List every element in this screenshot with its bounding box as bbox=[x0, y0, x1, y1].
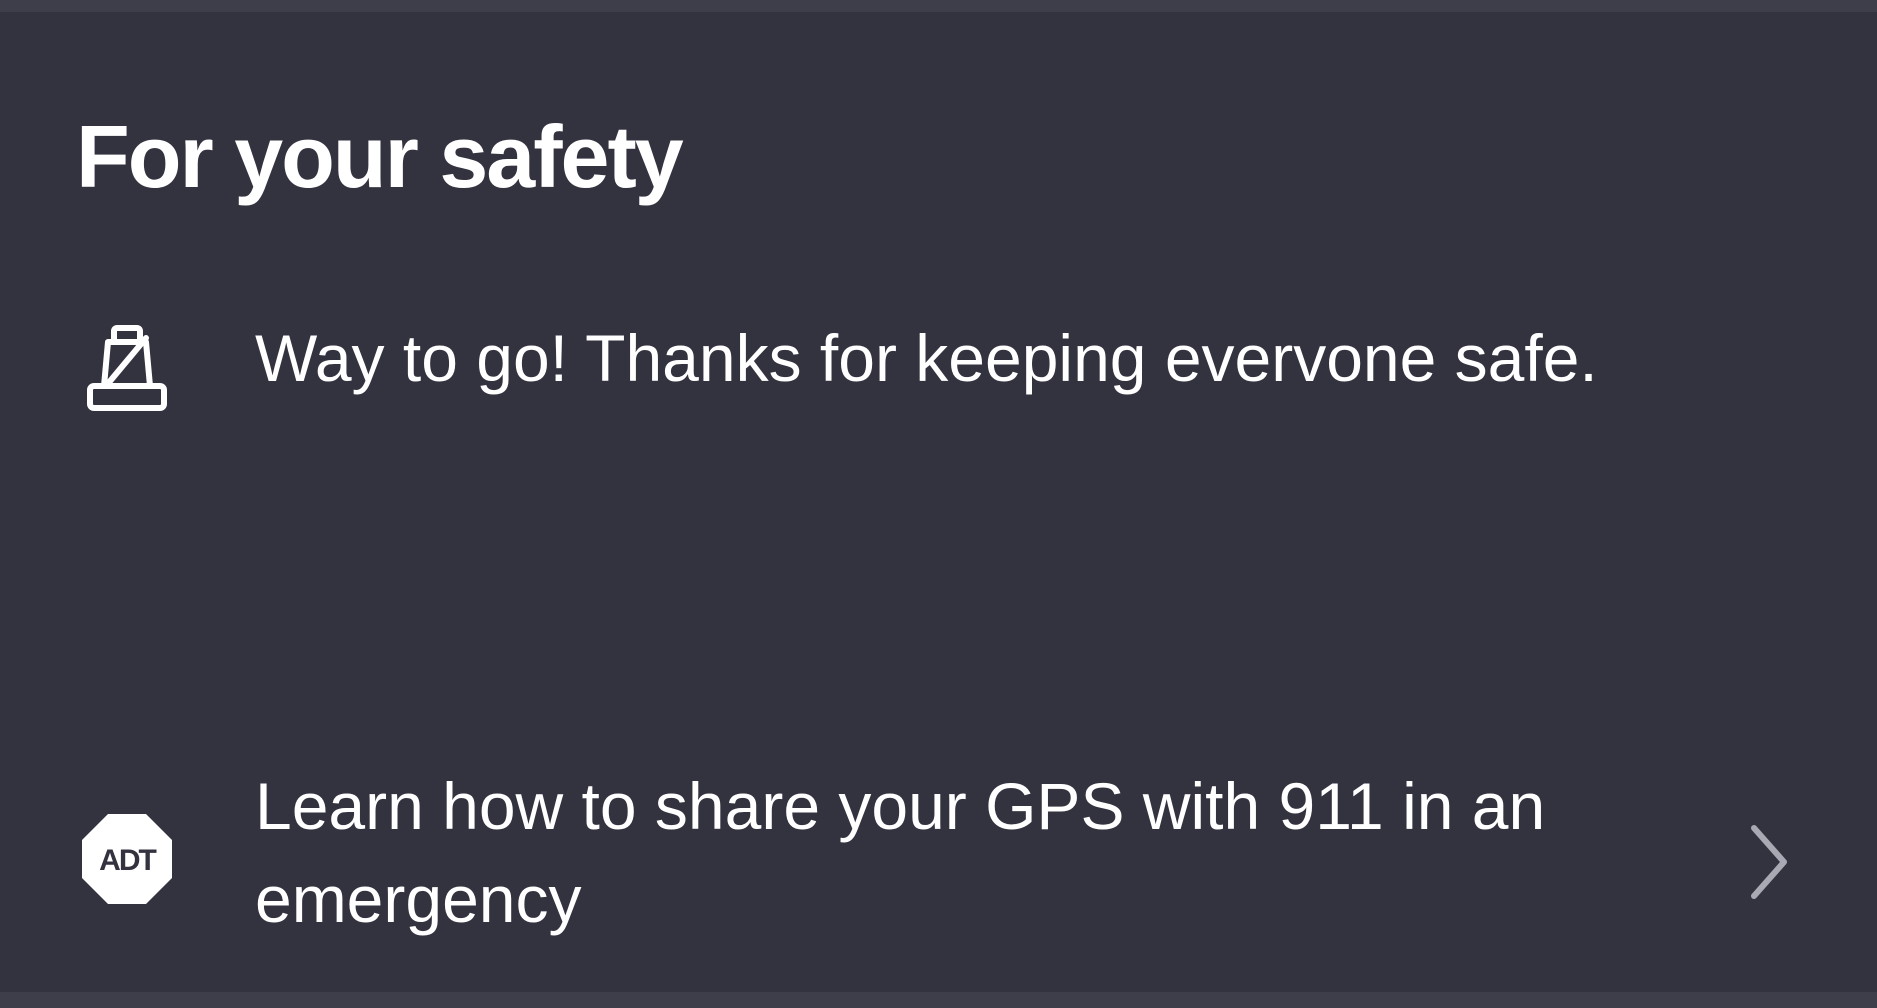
top-divider bbox=[0, 0, 1877, 12]
share-gps-link[interactable]: ADT Learn how to share your GPS with 911… bbox=[0, 760, 1877, 960]
share-gps-text: Learn how to share your GPS with 911 in … bbox=[255, 769, 1546, 936]
bottom-divider bbox=[0, 992, 1877, 1008]
adt-logo-icon: ADT bbox=[80, 812, 174, 906]
praise-text: Way to go! Thanks for keeping evervone s… bbox=[255, 321, 1598, 395]
safety-praise-row: Way to go! Thanks for keeping evervone s… bbox=[0, 312, 1877, 512]
chevron-right-icon[interactable] bbox=[1740, 822, 1800, 902]
safety-card: For your safety Way to go! Thanks for ke… bbox=[0, 12, 1877, 992]
seatbelt-icon bbox=[80, 324, 174, 418]
adt-logo-text: ADT bbox=[99, 844, 156, 877]
card-title: For your safety bbox=[76, 107, 684, 206]
